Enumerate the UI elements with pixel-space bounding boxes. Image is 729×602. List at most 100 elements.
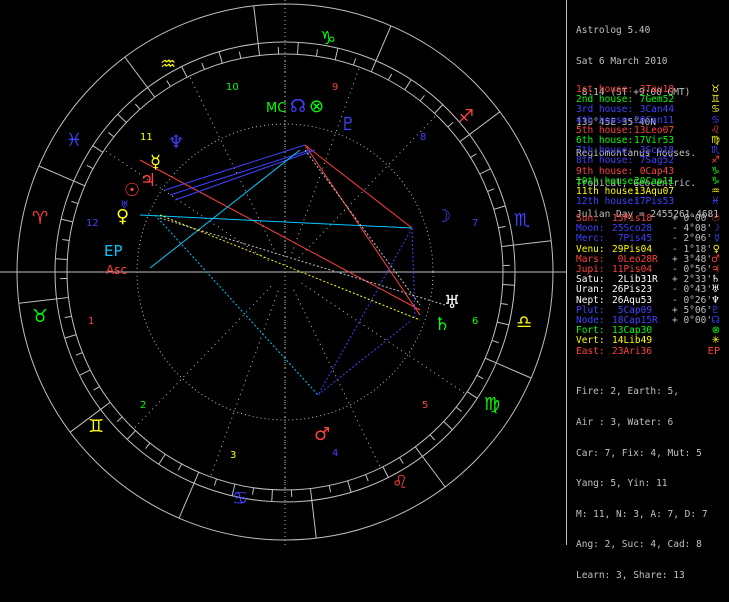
taurus-icon: ♉	[32, 306, 48, 327]
degree-tick	[480, 169, 491, 174]
planet-name: East:	[576, 347, 605, 357]
house-number-9: 9	[332, 82, 338, 93]
mars-icon: ♂	[314, 424, 330, 445]
uranus-icon: ♅	[444, 292, 460, 313]
degree-tick	[485, 358, 496, 363]
jupiter-icon: ♃	[140, 170, 156, 191]
house-number-12: 12	[86, 218, 99, 229]
aries-icon: ♈	[32, 208, 48, 229]
chart-date: Sat 6 March 2010	[576, 57, 719, 67]
degree-tick	[108, 133, 113, 137]
degree-tick	[239, 52, 240, 59]
sign-divider	[39, 166, 74, 181]
degree-tick	[467, 392, 477, 399]
house-row: 12th house:17Pis53♓	[576, 197, 726, 207]
degree-tick	[194, 472, 199, 483]
aspect-line	[140, 215, 412, 228]
leo-icon: ♌	[392, 472, 408, 493]
degree-tick	[298, 42, 299, 54]
capricorn-icon: ♑	[320, 28, 336, 49]
degree-tick	[65, 335, 76, 338]
stats-line: Fire: 2, Earth: 5,	[576, 387, 708, 397]
saturn-icon: ♄	[434, 314, 450, 335]
degree-tick	[488, 189, 495, 192]
planet-row: Uran:26Pis23- 0°43'♅	[576, 285, 726, 295]
uranus-small-icon: ♅	[120, 200, 129, 211]
degree-tick	[435, 105, 443, 114]
degree-tick	[420, 95, 424, 100]
sign-divider	[422, 456, 445, 486]
house-number-2: 2	[140, 400, 146, 411]
moon-icon: ☽	[435, 206, 451, 227]
fortune-icon: ⊗	[309, 96, 324, 117]
pluto-icon: ♇	[340, 114, 356, 135]
degree-tick	[117, 417, 122, 422]
house-row: 8th house: 7Sag52♐	[576, 156, 726, 166]
planet-position: 23Ari36	[612, 347, 652, 357]
house-cusp	[299, 115, 437, 257]
degree-tick	[470, 154, 476, 158]
degree-tick	[371, 61, 376, 72]
sagittarius-icon: ♐	[458, 106, 474, 127]
aspect-line	[318, 320, 412, 395]
degree-tick	[80, 370, 91, 375]
aspect-lines	[140, 145, 445, 395]
stats-line: M: 11, N: 3, A: 7, D: 7	[576, 510, 708, 520]
degree-tick	[62, 240, 69, 241]
house-number-6: 6	[472, 316, 478, 327]
house-number-7: 7	[472, 218, 478, 229]
virgo-icon: ♍	[484, 394, 500, 415]
degree-tick	[498, 226, 505, 227]
aspect-line	[175, 150, 315, 200]
degree-tick	[146, 443, 150, 448]
degree-tick	[366, 475, 369, 482]
aspect-line	[305, 145, 420, 315]
planet-row: Merc: 7Pis45- 2°06'☿	[576, 234, 726, 244]
sun-icon: ☉	[124, 180, 140, 201]
degree-tick	[71, 201, 78, 203]
aspect-line	[165, 145, 305, 190]
libra-icon: ♎	[516, 312, 532, 333]
degree-tick	[101, 402, 111, 409]
aspect-line	[160, 218, 445, 305]
scorpio-icon: ♏	[514, 210, 530, 231]
house-row: 3rd house: 3Can44♋	[576, 105, 726, 115]
app-title: Astrolog 5.40	[576, 26, 719, 36]
house-cusp	[134, 286, 272, 428]
degree-tick	[400, 457, 404, 463]
degree-tick	[219, 52, 222, 63]
degree-tick	[502, 245, 514, 246]
degree-tick	[93, 146, 103, 153]
sign-divider	[513, 241, 551, 245]
sign-divider	[312, 500, 316, 538]
degree-tick	[94, 387, 100, 391]
house-number-1: 1	[88, 316, 94, 327]
cancer-icon: ♋	[232, 488, 248, 509]
sign-divider	[125, 57, 148, 87]
degree-tick	[135, 104, 140, 109]
ascendant-label: Asc	[106, 263, 127, 277]
degree-tick	[182, 67, 187, 78]
aquarius-icon: ♒	[160, 54, 176, 75]
degree-tick	[388, 74, 391, 80]
house-number-3: 3	[230, 450, 236, 461]
info-panel: Astrolog 5.40 Sat 6 March 2010 8:14 (ST …	[568, 0, 729, 545]
mc-label: MC	[266, 101, 286, 116]
gemini-icon: ♊	[88, 416, 104, 437]
degree-tick	[202, 63, 205, 70]
degree-tick	[456, 407, 461, 411]
sign-divider	[254, 6, 258, 44]
house-label: 12th house:	[576, 197, 639, 207]
degree-tick	[501, 303, 508, 304]
sign-divider	[179, 483, 194, 518]
degree-tick	[383, 467, 388, 478]
sign-icon: ♓	[711, 197, 720, 207]
degree-tick	[497, 322, 509, 325]
house-number-10: 10	[226, 82, 239, 93]
planet-row: East:23Ari36EP	[576, 347, 726, 357]
degree-tick	[258, 44, 259, 56]
degree-tick	[492, 340, 499, 342]
degree-tick	[61, 219, 73, 222]
degree-tick	[460, 135, 470, 142]
degree-tick	[353, 58, 355, 65]
